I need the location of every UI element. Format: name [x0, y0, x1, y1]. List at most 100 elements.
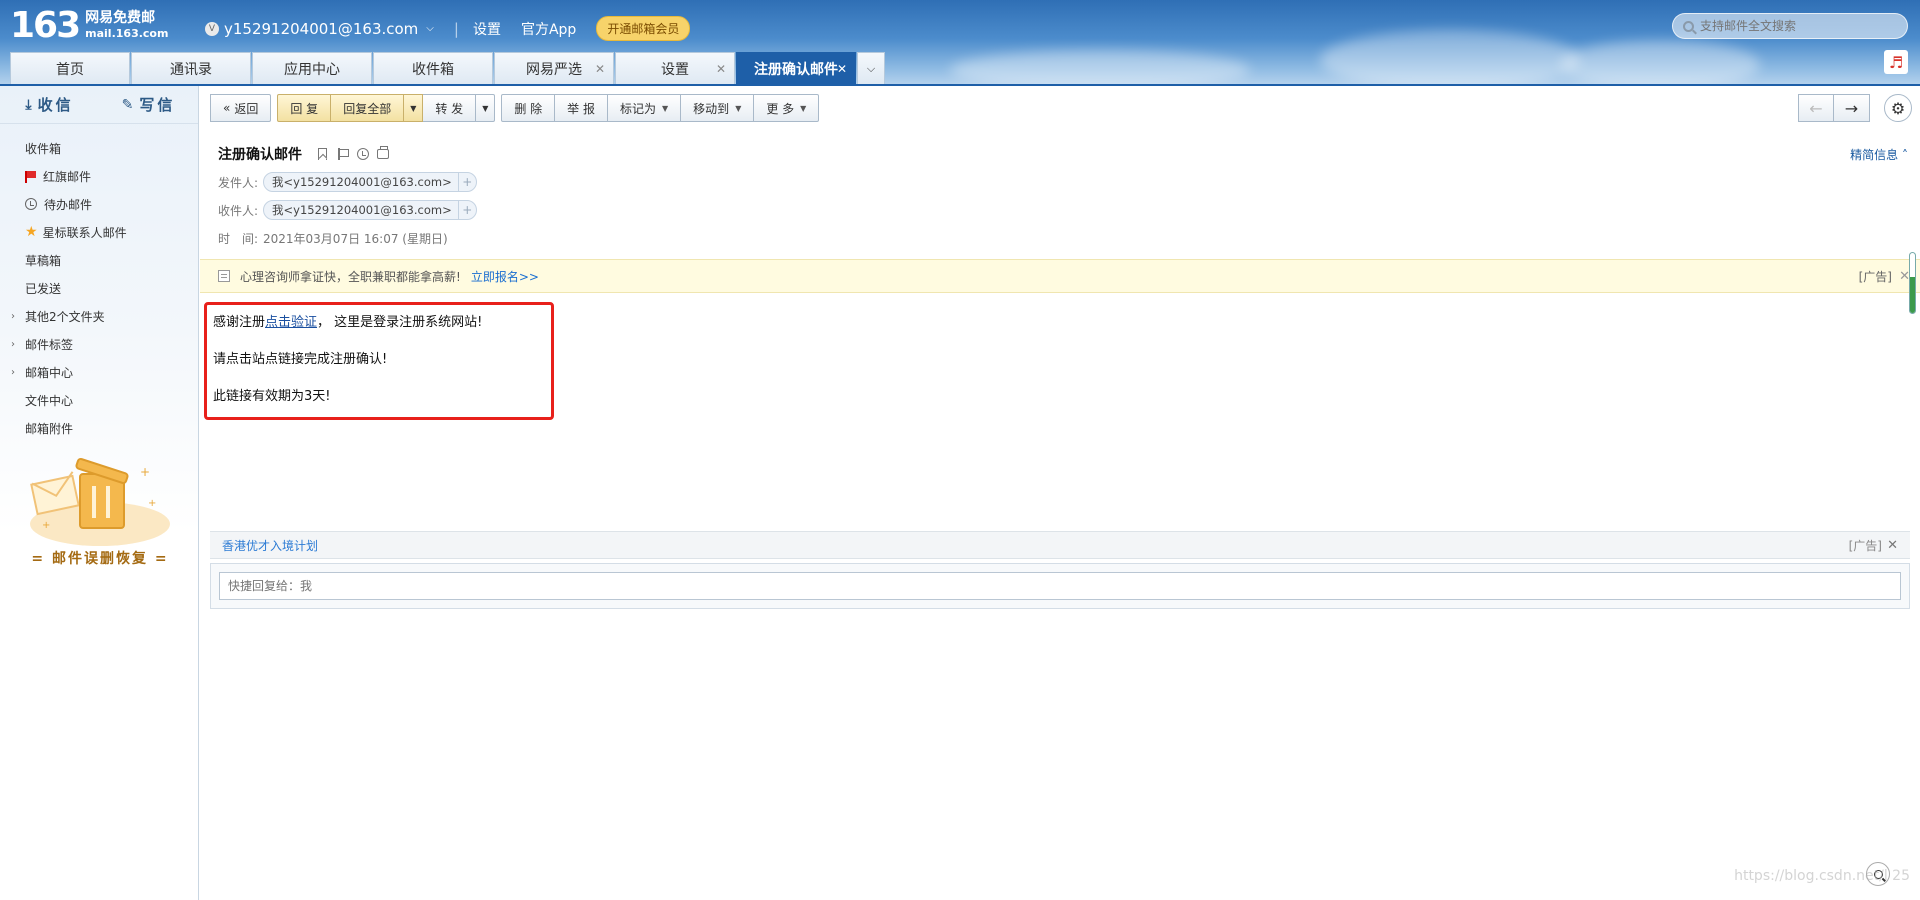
sidebar-item-drafts[interactable]: 草稿箱 [0, 246, 198, 274]
sidebar-item-sent[interactable]: 已发送 [0, 274, 198, 302]
search-input[interactable] [1700, 19, 1900, 33]
tab-label: 通讯录 [170, 61, 212, 78]
reply-button[interactable]: 回 复 [277, 94, 332, 122]
close-icon[interactable]: ✕ [1887, 538, 1898, 553]
recipient-chip[interactable]: 我<y15291204001@163.com> + [263, 200, 477, 220]
sidebar-item-inbox[interactable]: 收件箱 [0, 134, 198, 162]
close-icon[interactable]: ✕ [837, 62, 847, 76]
sidebar-item-attachments[interactable]: 邮箱附件 [0, 414, 198, 442]
tab-contacts[interactable]: 通讯录 [131, 52, 251, 84]
sidebar-item-label: 星标联系人邮件 [42, 225, 127, 240]
sidebar-item-tags[interactable]: › 邮件标签 [0, 330, 198, 358]
logo[interactable]: 163 网易免费邮 mail.163.com [10, 6, 168, 46]
reply-all-button[interactable]: 回复全部 [331, 94, 405, 122]
logo-title: 网易免费邮 [85, 10, 156, 26]
vip-button[interactable]: 开通邮箱会员 [596, 16, 691, 41]
svg-text:+: + [42, 520, 50, 531]
chevron-right-icon[interactable]: › [11, 339, 15, 350]
chevron-down-icon: ▼ [735, 103, 742, 113]
sidebar-item-label: 邮箱中心 [25, 365, 74, 380]
gear-icon[interactable]: ⚙ [1884, 94, 1912, 122]
forward-button[interactable]: 转 发 [423, 94, 477, 122]
receive-button[interactable]: ⤓ 收信 [0, 86, 99, 123]
tab-app-center[interactable]: 应用中心 [252, 52, 372, 84]
sidebar-item-label: 已发送 [25, 281, 62, 296]
flag-icon[interactable] [337, 148, 349, 160]
mail-header: 注册确认邮件 精简信息 ˄ 发件人: 我<y15291204001@163.co… [218, 144, 1908, 248]
search-box[interactable] [1672, 13, 1908, 39]
delete-button[interactable]: 删 除 [501, 94, 556, 122]
sender-row: 发件人: 我<y15291204001@163.com> + [218, 172, 1908, 192]
toggle-details-link[interactable]: 精简信息 ˄ [1850, 146, 1908, 163]
verify-link[interactable]: 点击验证 [265, 315, 317, 330]
mark-as-dropdown[interactable]: 标记为 ▼ [608, 94, 682, 122]
mail-view: «返回 回 复 回复全部 ▼ 转 发 ▼ 删 除 举 报 标记为 ▼ 移动到 ▼ 更… [200, 86, 1920, 900]
prev-mail-arrow-icon[interactable]: ← [1798, 94, 1834, 122]
sidebar-item-starred[interactable]: ★ 星标联系人邮件 [0, 218, 198, 246]
download-icon: ⤓ [25, 96, 32, 113]
mail-subject: 注册确认邮件 [218, 147, 302, 163]
chevron-right-icon[interactable]: › [11, 367, 15, 378]
close-icon[interactable]: ✕ [595, 62, 605, 76]
tab-more-chevron-icon[interactable]: ⌵ [857, 52, 885, 84]
tab-home[interactable]: 首页 [10, 52, 130, 84]
back-button[interactable]: «返回 [210, 94, 272, 122]
more-dropdown[interactable]: 更 多 ▼ [754, 94, 820, 122]
more-label: 更 多 [766, 101, 795, 116]
ad-tag: [广告] [1858, 269, 1892, 284]
tab-current-mail[interactable]: 注册确认邮件 ✕ [736, 52, 856, 84]
sidebar-item-todo[interactable]: 待办邮件 [0, 190, 198, 218]
move-to-dropdown[interactable]: 移动到 ▼ [681, 94, 755, 122]
sidebar-item-file-center[interactable]: 文件中心 [0, 386, 198, 414]
search-icon [1683, 20, 1694, 32]
tab-yanxuan[interactable]: 网易严选 ✕ [494, 52, 614, 84]
tab-settings[interactable]: 设置 ✕ [615, 52, 735, 84]
print-icon[interactable] [377, 146, 389, 159]
add-contact-icon[interactable]: + [457, 173, 476, 191]
sidebar-item-label: 草稿箱 [25, 253, 62, 268]
ad-tag: [广告] [1848, 538, 1882, 553]
logo-number: 163 [10, 5, 81, 46]
forward-options-chevron-icon[interactable]: ▼ [476, 94, 496, 122]
sidebar-item-other-folders[interactable]: › 其他2个文件夹 [0, 302, 198, 330]
quick-reply [210, 563, 1910, 609]
settings-link[interactable]: 设置 [473, 19, 501, 39]
sender-label: 发件人: [218, 175, 259, 190]
ad-link[interactable]: 香港优才入境计划 [222, 537, 318, 554]
ad-text[interactable]: 心理咨询师拿证快，全职兼职都能拿高薪! [240, 268, 461, 285]
back-label: 返回 [234, 101, 259, 116]
music-icon[interactable]: ♬ [1884, 50, 1908, 74]
tab-inbox[interactable]: 收件箱 [373, 52, 493, 84]
add-contact-icon[interactable]: + [457, 201, 476, 219]
scroll-indicator-fill [1910, 277, 1915, 313]
scroll-indicator[interactable] [1909, 252, 1916, 314]
chevron-right-icon[interactable]: › [11, 311, 15, 322]
sidebar-item-label: 文件中心 [25, 393, 74, 408]
tab-bar: 首页 通讯录 应用中心 收件箱 网易严选 ✕ 设置 ✕ 注册确认邮件 ✕ ⌵ [10, 52, 886, 84]
compose-button[interactable]: ✎ 写信 [99, 86, 198, 123]
sent-time: 2021年03月07日 16:07 (星期日) [263, 231, 448, 246]
chevron-down-icon[interactable]: ⌵ [426, 23, 434, 34]
clock-icon[interactable] [357, 148, 369, 160]
quick-reply-input[interactable] [219, 572, 1901, 600]
chevron-up-icon: ˄ [1898, 148, 1908, 162]
ad-link[interactable]: 立即报名>> [471, 268, 539, 285]
app-link[interactable]: 官方App [521, 19, 576, 39]
next-mail-arrow-icon[interactable]: → [1834, 94, 1870, 122]
sidebar-item-label: 红旗邮件 [43, 169, 92, 184]
sidebar-item-mail-center[interactable]: › 邮箱中心 [0, 358, 198, 386]
mail-recovery-promo[interactable]: + + + = 邮件误删恢复 = [20, 446, 180, 576]
close-icon[interactable]: ✕ [716, 62, 726, 76]
sidebar-item-flagged[interactable]: 红旗邮件 [0, 162, 198, 190]
bookmark-icon[interactable] [318, 148, 327, 160]
account-bar: V y15291204001@163.com ⌵ | 设置 官方App 开通邮箱… [205, 16, 691, 41]
report-button[interactable]: 举 报 [555, 94, 608, 122]
sender-chip[interactable]: 我<y15291204001@163.com> + [263, 172, 477, 192]
tab-label: 设置 [661, 61, 689, 78]
sender-address: 我<y15291204001@163.com> [272, 175, 452, 189]
tab-label: 应用中心 [284, 61, 340, 78]
account-name[interactable]: y15291204001@163.com [224, 20, 418, 38]
divider: | [453, 19, 459, 38]
time-row: 时 间: 2021年03月07日 16:07 (星期日) [218, 228, 1908, 248]
reply-options-chevron-icon[interactable]: ▼ [404, 94, 424, 122]
